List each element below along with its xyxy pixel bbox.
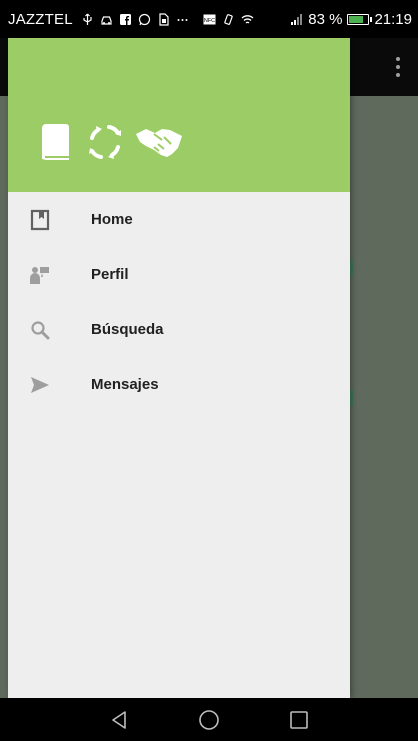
battery-percent: 83 % (308, 10, 343, 28)
menu-item-mensajes[interactable]: Mensajes (8, 357, 350, 412)
status-bar: JAZZTEL NFC 83 % 21:19 (0, 0, 418, 38)
signal-icon (290, 13, 303, 26)
menu-item-perfil[interactable]: Perfil (8, 247, 350, 302)
system-nav-bar (0, 698, 418, 741)
carrier-name: JAZZTEL (8, 10, 73, 28)
clock: 21:19 (374, 10, 412, 28)
drawer-header (8, 38, 350, 192)
home-icon[interactable] (195, 706, 223, 734)
background-list-accent (350, 260, 353, 276)
profile-icon (28, 263, 52, 287)
vibrate-icon (222, 13, 235, 26)
nfc-icon: NFC (203, 13, 216, 26)
send-icon (28, 373, 52, 397)
car-icon (100, 13, 113, 26)
background-list-accent (350, 390, 353, 406)
navigation-drawer: Home Perfil Búsqueda Mensajes (8, 38, 350, 698)
status-right: 83 % 21:19 (290, 11, 412, 28)
whatsapp-icon (138, 13, 151, 26)
notification-icons: NFC (81, 12, 291, 26)
back-icon[interactable] (105, 706, 133, 734)
home-bookmark-icon (28, 208, 52, 232)
book-icon (36, 120, 76, 164)
wifi-icon (241, 13, 254, 26)
recents-icon[interactable] (285, 706, 313, 734)
menu-item-label: Búsqueda (91, 321, 164, 338)
usb-icon (81, 13, 94, 26)
svg-text:NFC: NFC (204, 18, 215, 24)
menu-item-busqueda[interactable]: Búsqueda (8, 302, 350, 357)
facebook-icon (119, 13, 132, 26)
menu-item-home[interactable]: Home (8, 192, 350, 247)
handshake-icon (134, 120, 184, 164)
menu-item-label: Perfil (91, 266, 129, 283)
sync-icon (82, 120, 128, 164)
app-logo (36, 120, 184, 164)
menu-item-label: Home (91, 211, 133, 228)
more-icon (176, 13, 189, 26)
menu-item-label: Mensajes (91, 376, 159, 393)
overflow-menu-icon[interactable] (388, 52, 408, 82)
sim-icon (157, 12, 170, 26)
search-icon (28, 318, 52, 342)
battery-icon (347, 13, 373, 25)
drawer-menu: Home Perfil Búsqueda Mensajes (8, 192, 350, 412)
